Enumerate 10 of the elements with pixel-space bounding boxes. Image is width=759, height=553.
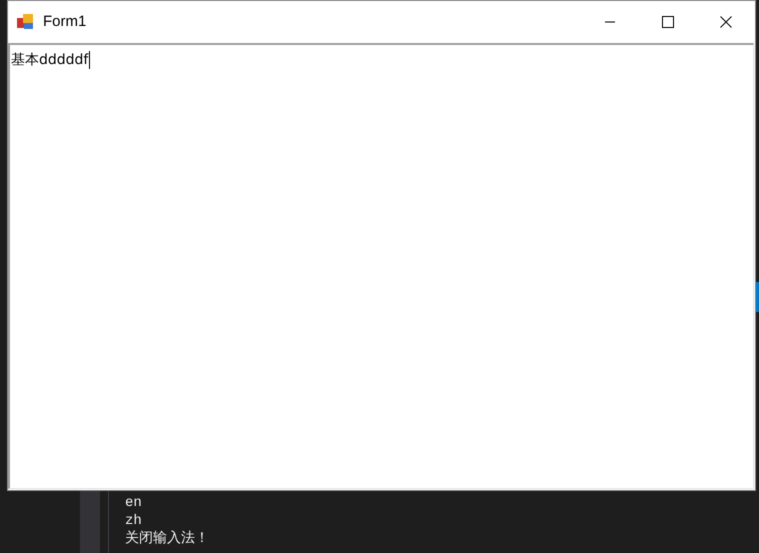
- app-icon: [17, 14, 35, 30]
- console-line: en: [125, 494, 142, 512]
- console-line: 关闭输入法！: [125, 530, 209, 548]
- scrollbar-marker: [756, 282, 759, 312]
- maximize-icon: [662, 16, 674, 28]
- editor-margin: [80, 491, 100, 553]
- console-line: zh: [125, 512, 142, 530]
- close-icon: [720, 16, 732, 28]
- window-title: Form1: [43, 12, 86, 32]
- text-box[interactable]: 基本dddddf: [8, 43, 754, 489]
